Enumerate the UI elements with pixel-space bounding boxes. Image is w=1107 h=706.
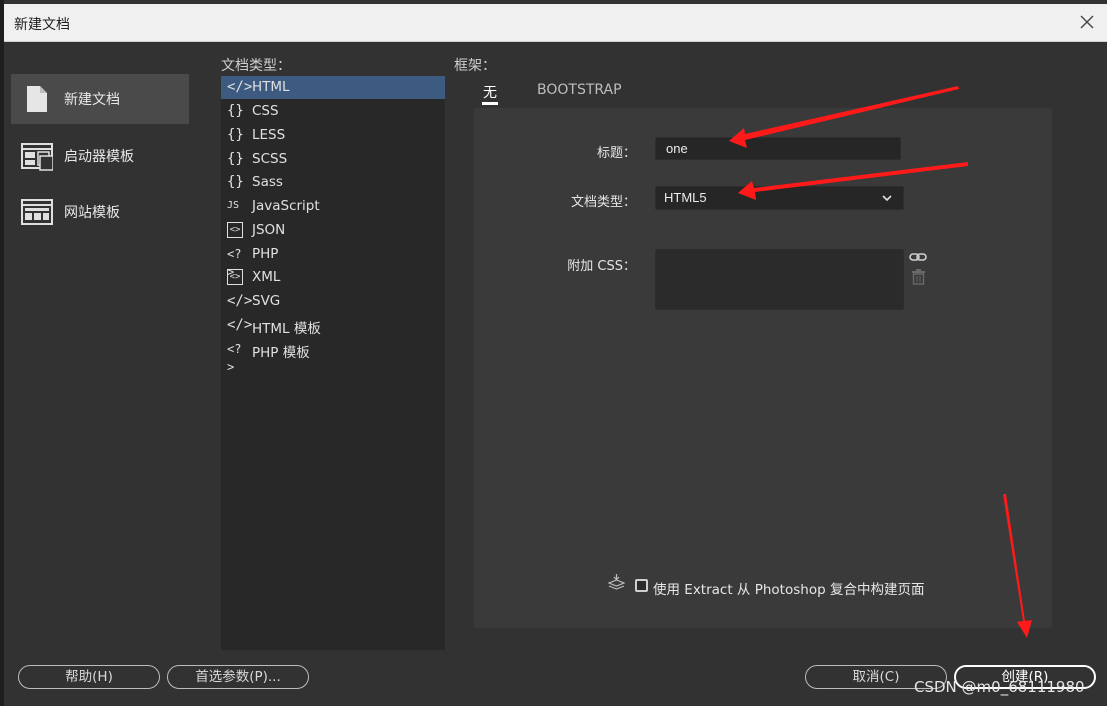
active-tab-indicator xyxy=(482,102,498,105)
doc-type-item-html[interactable]: </> HTML xyxy=(221,76,445,99)
braces-icon: {} xyxy=(227,151,244,167)
script-icon: JS xyxy=(227,200,240,211)
attached-css-list[interactable] xyxy=(655,249,904,310)
boxed-code-icon: <> xyxy=(227,222,243,238)
code-tag-icon: </> xyxy=(227,293,253,309)
doc-type-item-less[interactable]: {} LESS xyxy=(221,124,445,147)
doc-type-label: PHP 模板 xyxy=(252,345,310,361)
doc-type-label: PHP xyxy=(252,246,279,262)
php-tag-icon: <?> xyxy=(227,342,242,374)
doc-type-label: SCSS xyxy=(252,151,288,167)
title-bar: 新建文档 xyxy=(4,4,1107,42)
doc-type-item-html-template[interactable]: </> HTML 模板 xyxy=(221,314,445,337)
doc-type-item-javascript[interactable]: JS JavaScript xyxy=(221,195,445,218)
preferences-button[interactable]: 首选参数(P)... xyxy=(167,665,309,689)
watermark: CSDN @m0_68111980 xyxy=(914,678,1085,696)
extract-label: 使用 Extract 从 Photoshop 复合中构建页面 xyxy=(653,582,925,598)
doc-type-label: HTML xyxy=(252,79,290,95)
doctype-selected-value: HTML5 xyxy=(664,190,707,205)
doctype-select[interactable]: HTML5 xyxy=(655,186,904,210)
trash-icon[interactable] xyxy=(911,269,926,285)
doc-type-header: 文档类型： xyxy=(221,58,291,74)
doc-type-list: </> HTML {} CSS {} LESS {} SCSS {} Sass … xyxy=(221,76,445,650)
framework-header: 框架： xyxy=(454,58,496,74)
doc-type-item-php-template[interactable]: <?> PHP 模板 xyxy=(221,338,445,374)
tab-none[interactable]: 无 xyxy=(483,82,497,102)
doc-type-item-php[interactable]: <?> PHP xyxy=(221,243,445,279)
doc-type-label: CSS xyxy=(252,103,279,119)
link-icon[interactable] xyxy=(909,250,927,264)
doc-type-label: LESS xyxy=(252,127,286,143)
category-new-document[interactable]: 新建文档 xyxy=(11,74,189,124)
window-title: 新建文档 xyxy=(14,17,70,33)
category-site-templates[interactable]: 网站模板 xyxy=(11,187,189,237)
doc-type-label: HTML 模板 xyxy=(252,321,321,337)
category-label: 启动器模板 xyxy=(64,149,134,165)
doc-type-item-css[interactable]: {} CSS xyxy=(221,100,445,123)
window-edge xyxy=(0,0,4,706)
category-label: 网站模板 xyxy=(64,205,120,221)
doc-type-item-sass[interactable]: {} Sass xyxy=(221,171,445,194)
category-label: 新建文档 xyxy=(64,92,120,108)
attach-css-label: 附加 CSS： xyxy=(567,259,636,274)
site-template-icon xyxy=(21,199,53,225)
doc-type-label: SVG xyxy=(252,293,281,309)
doc-type-label: XML xyxy=(252,269,281,285)
doc-type-item-scss[interactable]: {} SCSS xyxy=(221,148,445,171)
layers-icon xyxy=(608,574,625,590)
close-icon[interactable] xyxy=(1073,8,1101,36)
category-starter-templates[interactable]: 启动器模板 xyxy=(11,131,189,181)
doc-type-item-json[interactable]: <> JSON xyxy=(221,219,445,242)
code-tag-icon: </> xyxy=(227,79,253,95)
boxed-code-icon: <> xyxy=(227,269,243,285)
help-button[interactable]: 帮助(H) xyxy=(18,665,160,689)
doc-type-label: JavaScript xyxy=(252,198,320,214)
braces-icon: {} xyxy=(227,103,244,119)
doctype-label: 文档类型： xyxy=(570,195,636,210)
document-icon xyxy=(27,86,47,112)
braces-icon: {} xyxy=(227,127,244,143)
braces-icon: {} xyxy=(227,174,244,190)
title-input[interactable] xyxy=(655,137,901,160)
doc-type-item-xml[interactable]: <> XML xyxy=(221,266,445,289)
php-tag-icon: <?> xyxy=(227,247,242,279)
doc-type-label: JSON xyxy=(252,222,286,238)
doc-type-item-svg[interactable]: </> SVG xyxy=(221,290,445,313)
tab-bootstrap[interactable]: BOOTSTRAP xyxy=(537,82,622,98)
title-label: 标题： xyxy=(596,146,636,161)
extract-checkbox[interactable] xyxy=(635,579,648,592)
doc-type-label: Sass xyxy=(252,174,283,190)
code-tag-icon: </> xyxy=(227,317,253,333)
starter-template-icon xyxy=(21,143,53,171)
chevron-down-icon xyxy=(882,195,892,202)
